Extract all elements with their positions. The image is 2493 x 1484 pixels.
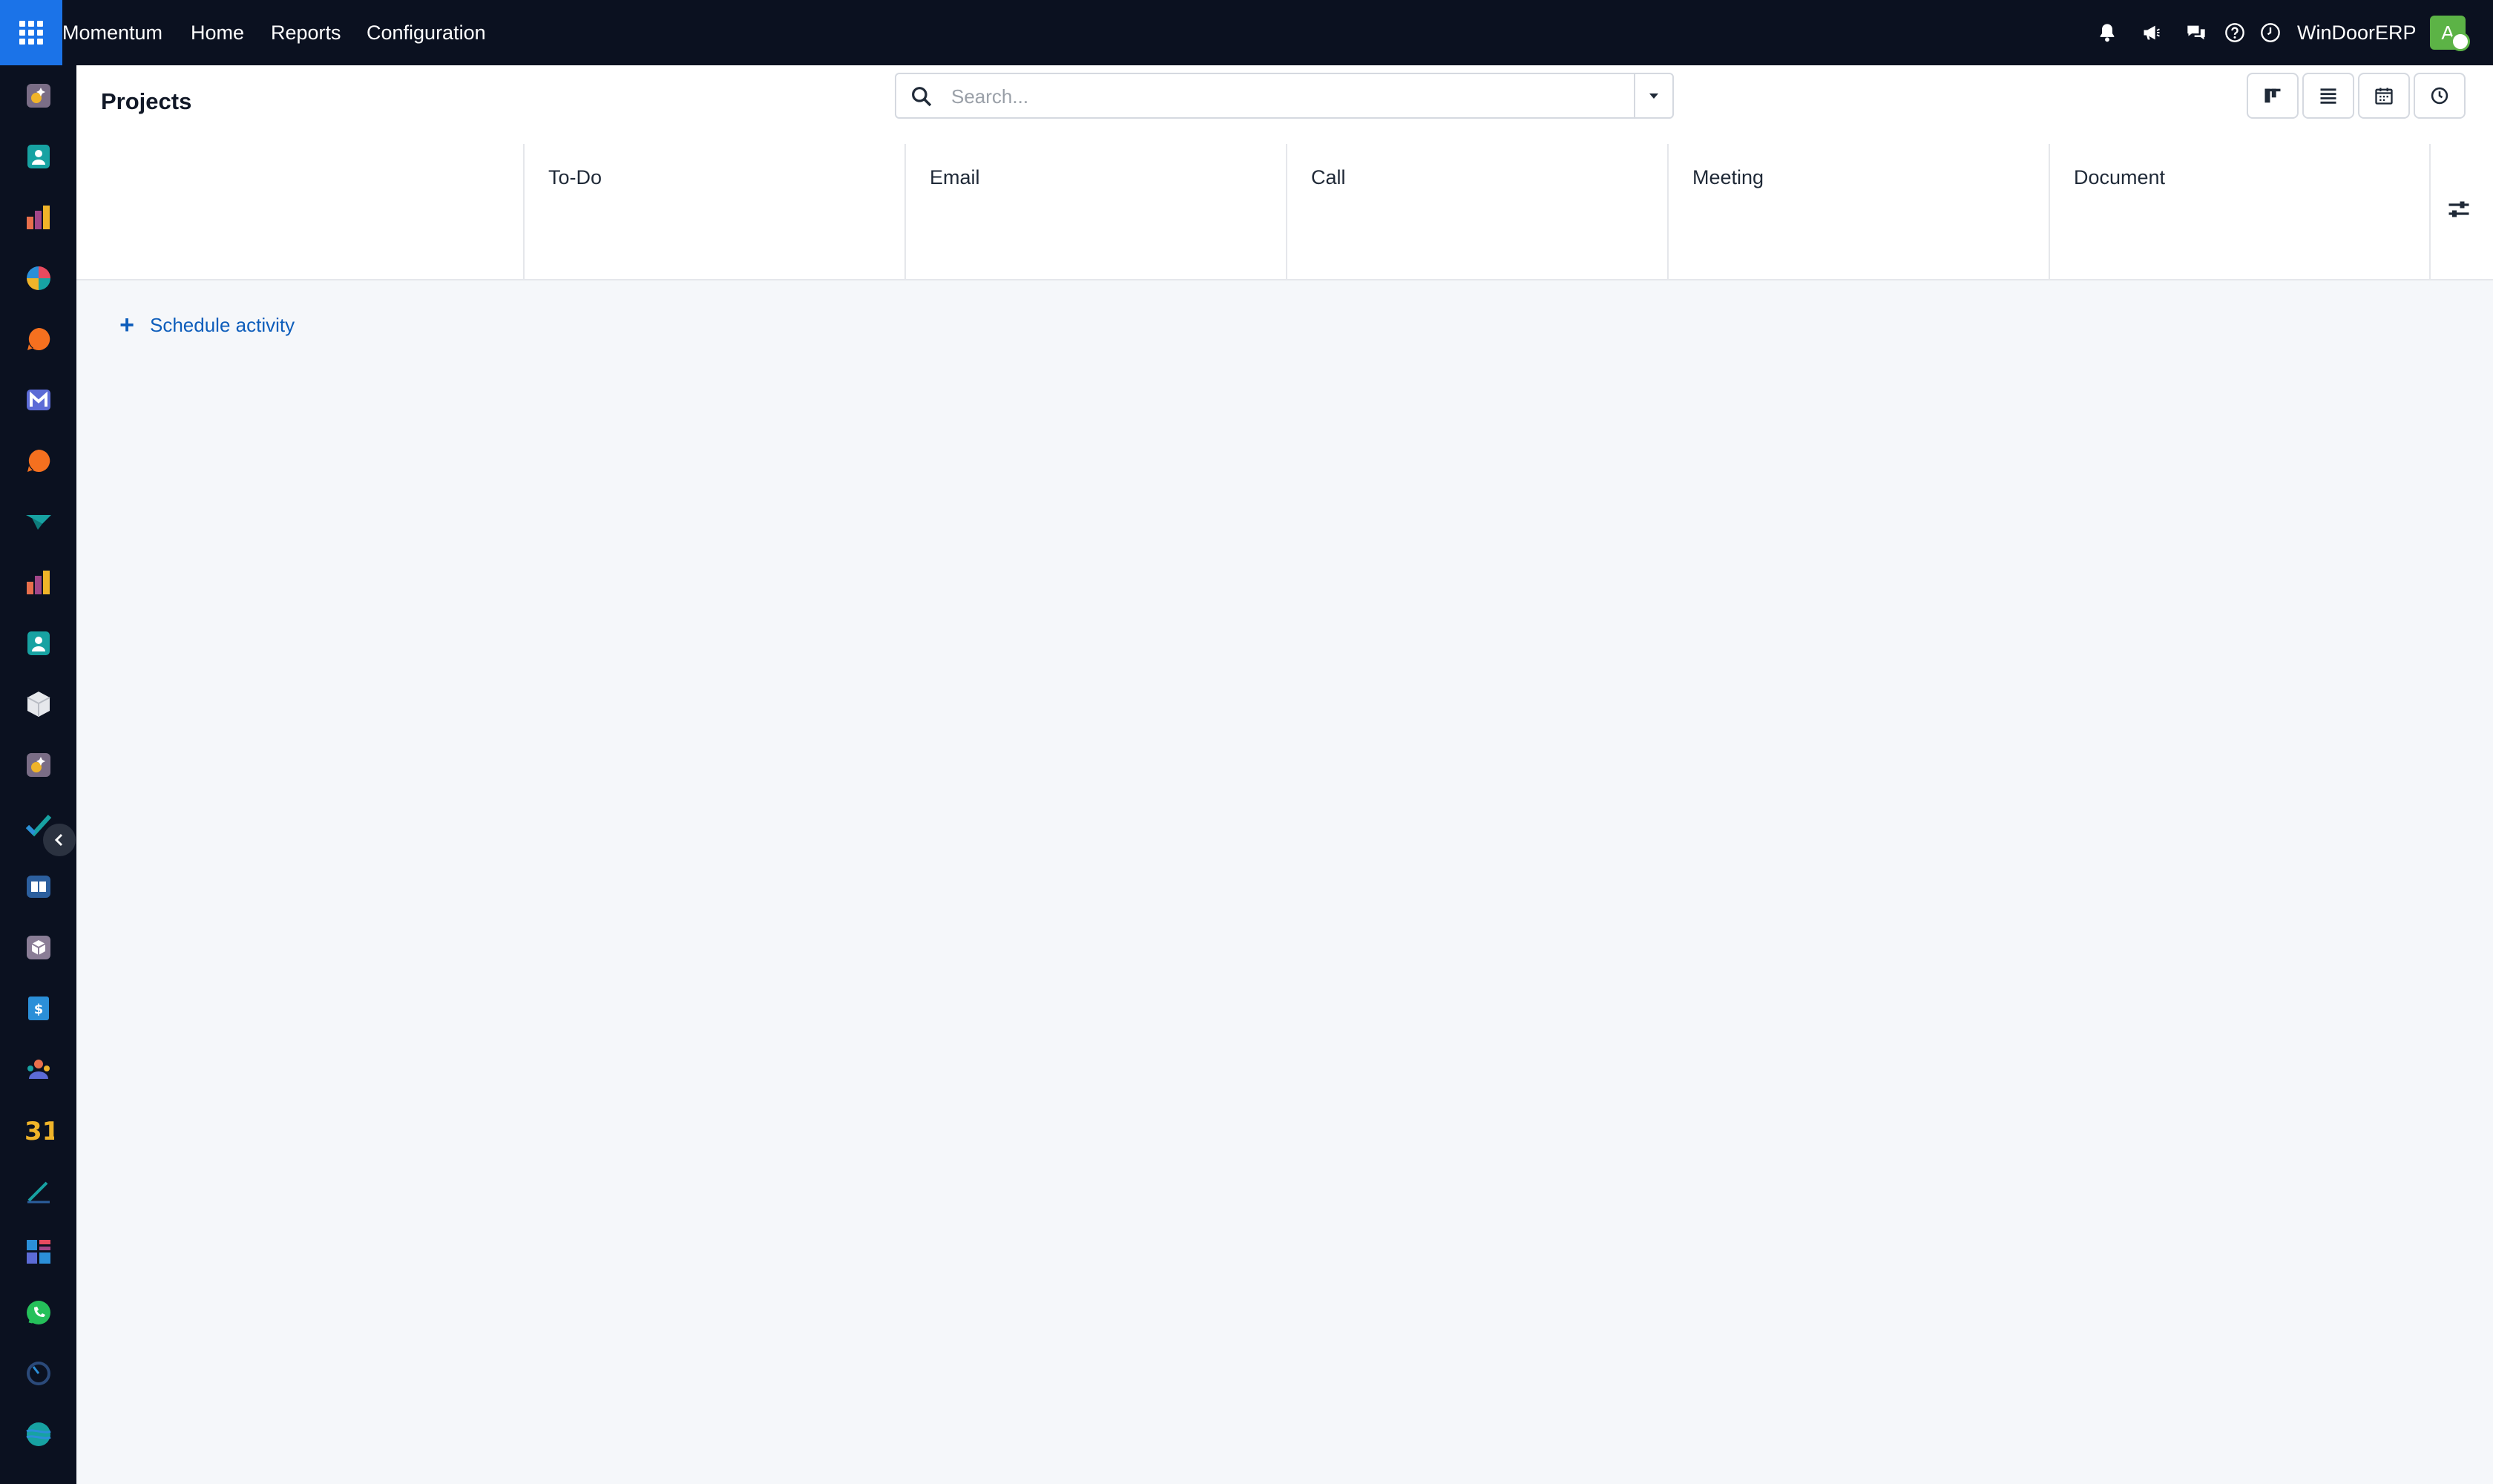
kanban-view-icon <box>2264 88 2281 103</box>
column-label: Meeting <box>1692 166 1764 188</box>
megaphone-icon[interactable] <box>2140 21 2164 45</box>
column-call[interactable]: Call <box>1286 144 1667 279</box>
top-navbar: Momentum Home Reports Configuration WinD… <box>0 0 2493 65</box>
activity-table-header: To-Do Email Call Meeting Document <box>76 144 2493 280</box>
activity-view-icon <box>2431 87 2448 105</box>
apps-menu-button[interactable] <box>0 0 62 65</box>
menu-reports[interactable]: Reports <box>271 0 341 65</box>
kanban-view-button[interactable] <box>2247 73 2299 119</box>
schedule-activity-label: Schedule activity <box>150 313 295 336</box>
pen-icon[interactable] <box>24 1177 53 1205</box>
package-icon[interactable] <box>24 933 53 962</box>
app-sidebar: $ 31 <box>0 65 76 1484</box>
chevron-left-icon <box>54 833 63 847</box>
search-input[interactable] <box>950 80 1620 113</box>
clock-icon[interactable] <box>2259 21 2282 45</box>
calendar-day: 31 <box>24 1117 54 1144</box>
apps-grid-icon <box>19 21 43 45</box>
company-switcher[interactable]: WinDoorERP <box>2297 0 2417 65</box>
ai-app-icon[interactable] <box>24 82 53 110</box>
chat-icon[interactable] <box>2184 21 2208 45</box>
team-icon[interactable] <box>24 1055 53 1083</box>
sliders-icon[interactable] <box>2446 196 2472 223</box>
help-icon[interactable] <box>2223 21 2247 45</box>
column-label: To-Do <box>548 166 602 188</box>
whatsapp-icon[interactable] <box>24 1298 53 1327</box>
knowledge-icon[interactable] <box>24 873 53 901</box>
column-document[interactable]: Document <box>2049 144 2429 279</box>
contacts-icon[interactable] <box>24 142 53 171</box>
dashboard-pie-icon[interactable] <box>24 264 53 292</box>
app-brand[interactable]: Momentum <box>62 0 162 65</box>
sign-icon[interactable] <box>24 508 53 536</box>
discuss-icon[interactable] <box>24 447 53 475</box>
calendar-view-icon <box>2375 88 2393 105</box>
search-icon <box>912 87 932 107</box>
svg-text:$: $ <box>34 1002 44 1017</box>
todo-check-icon[interactable] <box>24 812 53 840</box>
chat-bubble-icon[interactable] <box>24 325 53 353</box>
presence-status-dot <box>2451 32 2470 51</box>
plus-icon: + <box>119 310 134 339</box>
record-column-header <box>76 144 523 279</box>
search-options-toggle[interactable] <box>1634 74 1672 117</box>
list-view-icon <box>2320 88 2336 104</box>
invoicing-icon[interactable]: $ <box>24 994 53 1022</box>
activity-view-button[interactable] <box>2414 73 2466 119</box>
reports-icon[interactable] <box>24 203 53 232</box>
list-view-button[interactable] <box>2302 73 2354 119</box>
timer-icon[interactable] <box>24 1359 53 1388</box>
contacts-alt-icon[interactable] <box>24 629 53 657</box>
column-email[interactable]: Email <box>904 144 1286 279</box>
column-meeting[interactable]: Meeting <box>1667 144 2049 279</box>
ai-app-alt-icon[interactable] <box>24 751 53 779</box>
schedule-activity-link[interactable]: + Schedule activity <box>116 310 295 340</box>
caret-down-icon <box>1649 93 1658 99</box>
inventory-icon[interactable] <box>24 690 53 718</box>
menu-configuration[interactable]: Configuration <box>367 0 486 65</box>
menu-home[interactable]: Home <box>191 0 244 65</box>
column-todo[interactable]: To-Do <box>523 144 904 279</box>
page-title: Projects <box>101 88 192 114</box>
column-label: Document <box>2074 166 2166 188</box>
column-label: Call <box>1311 166 1346 188</box>
search-bar <box>895 73 1674 119</box>
control-panel: Projects <box>76 65 2493 145</box>
bell-icon[interactable] <box>2095 21 2119 45</box>
website-icon[interactable] <box>24 1420 53 1448</box>
mail-icon[interactable] <box>24 386 53 414</box>
dashboards-icon[interactable] <box>24 1238 53 1266</box>
calendar-view-button[interactable] <box>2358 73 2410 119</box>
calendar-icon[interactable]: 31 <box>24 1116 59 1146</box>
column-label: Email <box>930 166 980 188</box>
analytics-icon[interactable] <box>24 568 53 597</box>
